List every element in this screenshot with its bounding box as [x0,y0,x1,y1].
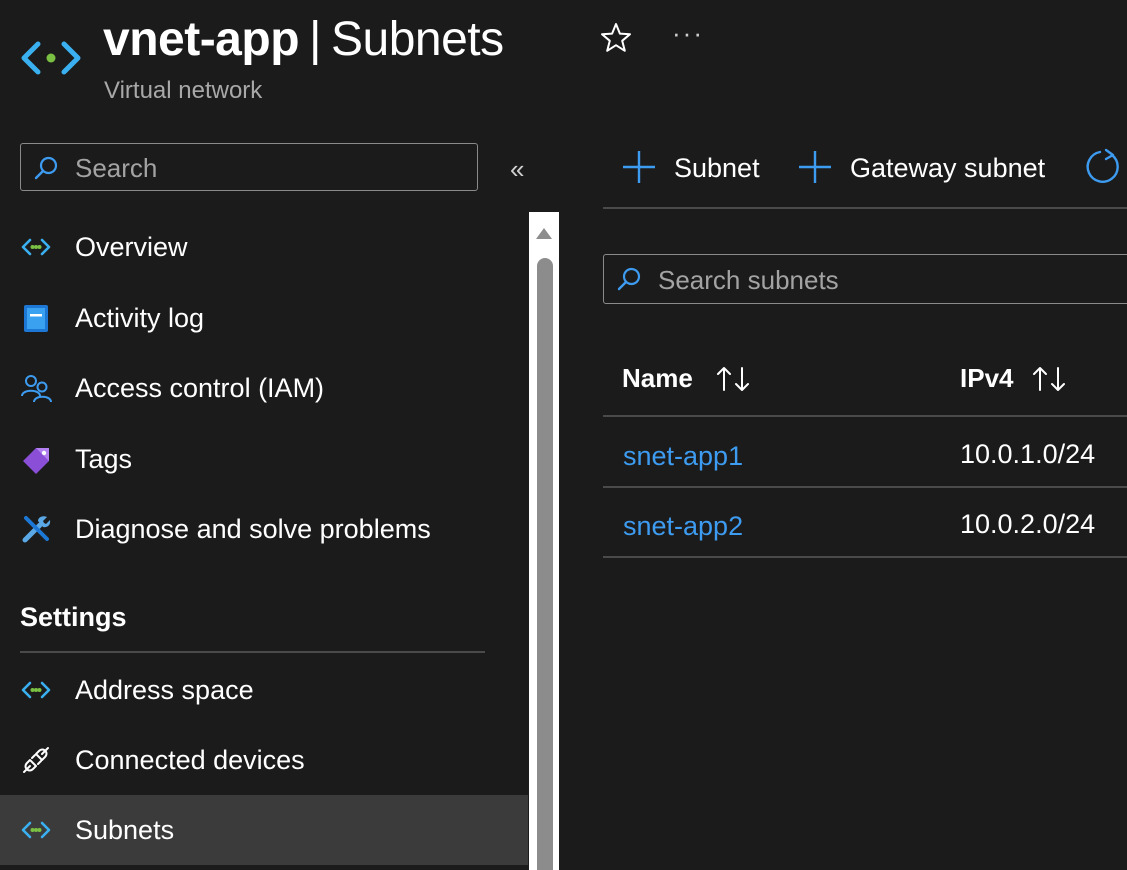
add-subnet-label: Subnet [674,153,760,183]
people-icon [21,375,52,403]
search-icon [33,155,59,181]
activity-log-icon [24,305,48,332]
sort-icon[interactable] [715,364,753,394]
settings-divider [20,651,485,653]
sidebar-item-diagnose[interactable]: Diagnose and solve problems [0,494,528,564]
column-header-name[interactable]: Name [622,362,693,394]
toolbar-divider [603,207,1127,209]
sidebar-item-label: Subnets [75,815,175,845]
sidebar-item-label: Overview [75,232,188,262]
sidebar-item-access-control[interactable]: Access control (IAM) [0,353,528,423]
sidebar-item-label: Connected devices [75,745,305,775]
refresh-icon[interactable] [1085,148,1123,186]
table-header-divider [603,415,1127,417]
subnet-ipv4-cell: 10.0.1.0/24 [960,439,1096,469]
sidebar-search-placeholder: Search [75,153,158,183]
add-gateway-subnet-button[interactable]: Gateway subnet [798,146,1063,190]
subnet-name-link[interactable]: snet-app2 [623,509,743,543]
plug-icon [23,747,49,773]
table-row-divider [603,556,1127,558]
wrench-icon [22,516,51,543]
scroll-up-arrow-icon[interactable] [535,226,553,240]
collapse-sidebar-button[interactable]: « [510,154,524,184]
scrollbar-thumb[interactable] [537,258,553,870]
search-subnets-placeholder: Search subnets [658,265,839,295]
sort-icon[interactable] [1031,364,1069,394]
sidebar-item-label: Access control (IAM) [75,373,325,403]
more-options-button[interactable]: ··· [672,18,704,48]
vnet-icon [20,814,52,846]
sidebar-search-input[interactable]: Search [20,143,478,191]
vnet-icon [20,231,52,263]
search-icon [616,266,642,292]
table-row-divider [603,486,1127,488]
sidebar-item-label: Activity log [75,303,205,333]
tag-icon [23,448,49,474]
subnet-name-link[interactable]: snet-app1 [623,439,743,473]
plus-icon [622,150,656,184]
title-separator: | [309,13,321,66]
settings-section-heading: Settings [20,602,127,632]
sidebar-item-label: Address space [75,675,254,705]
page-title: vnet-app | Subnets [103,10,504,70]
sidebar-item-tags[interactable]: Tags [0,424,528,494]
plus-icon [798,150,832,184]
sidebar-item-label: Diagnose and solve problems [75,514,431,544]
sidebar-item-connected-devices[interactable]: Connected devices [0,725,528,795]
blade-title: Subnets [330,13,504,66]
favorite-star-icon[interactable] [598,20,634,56]
add-gateway-subnet-label: Gateway subnet [850,153,1046,183]
search-subnets-input[interactable]: Search subnets [603,254,1127,304]
sidebar-item-activity-log[interactable]: Activity log [0,283,528,353]
sidebar-item-overview[interactable]: Overview [0,212,528,282]
vnet-icon [20,674,52,706]
resource-type-subtitle: Virtual network [104,77,263,104]
column-header-ipv4[interactable]: IPv4 [960,362,1014,394]
subnet-ipv4-cell: 10.0.2.0/24 [960,509,1096,539]
resource-name: vnet-app [103,13,300,66]
add-subnet-button[interactable]: Subnet [622,146,772,190]
sidebar-item-label: Tags [75,444,133,474]
virtual-network-icon [21,41,81,75]
sidebar-item-subnets[interactable]: Subnets [0,795,528,865]
sidebar-item-address-space[interactable]: Address space [0,655,528,725]
